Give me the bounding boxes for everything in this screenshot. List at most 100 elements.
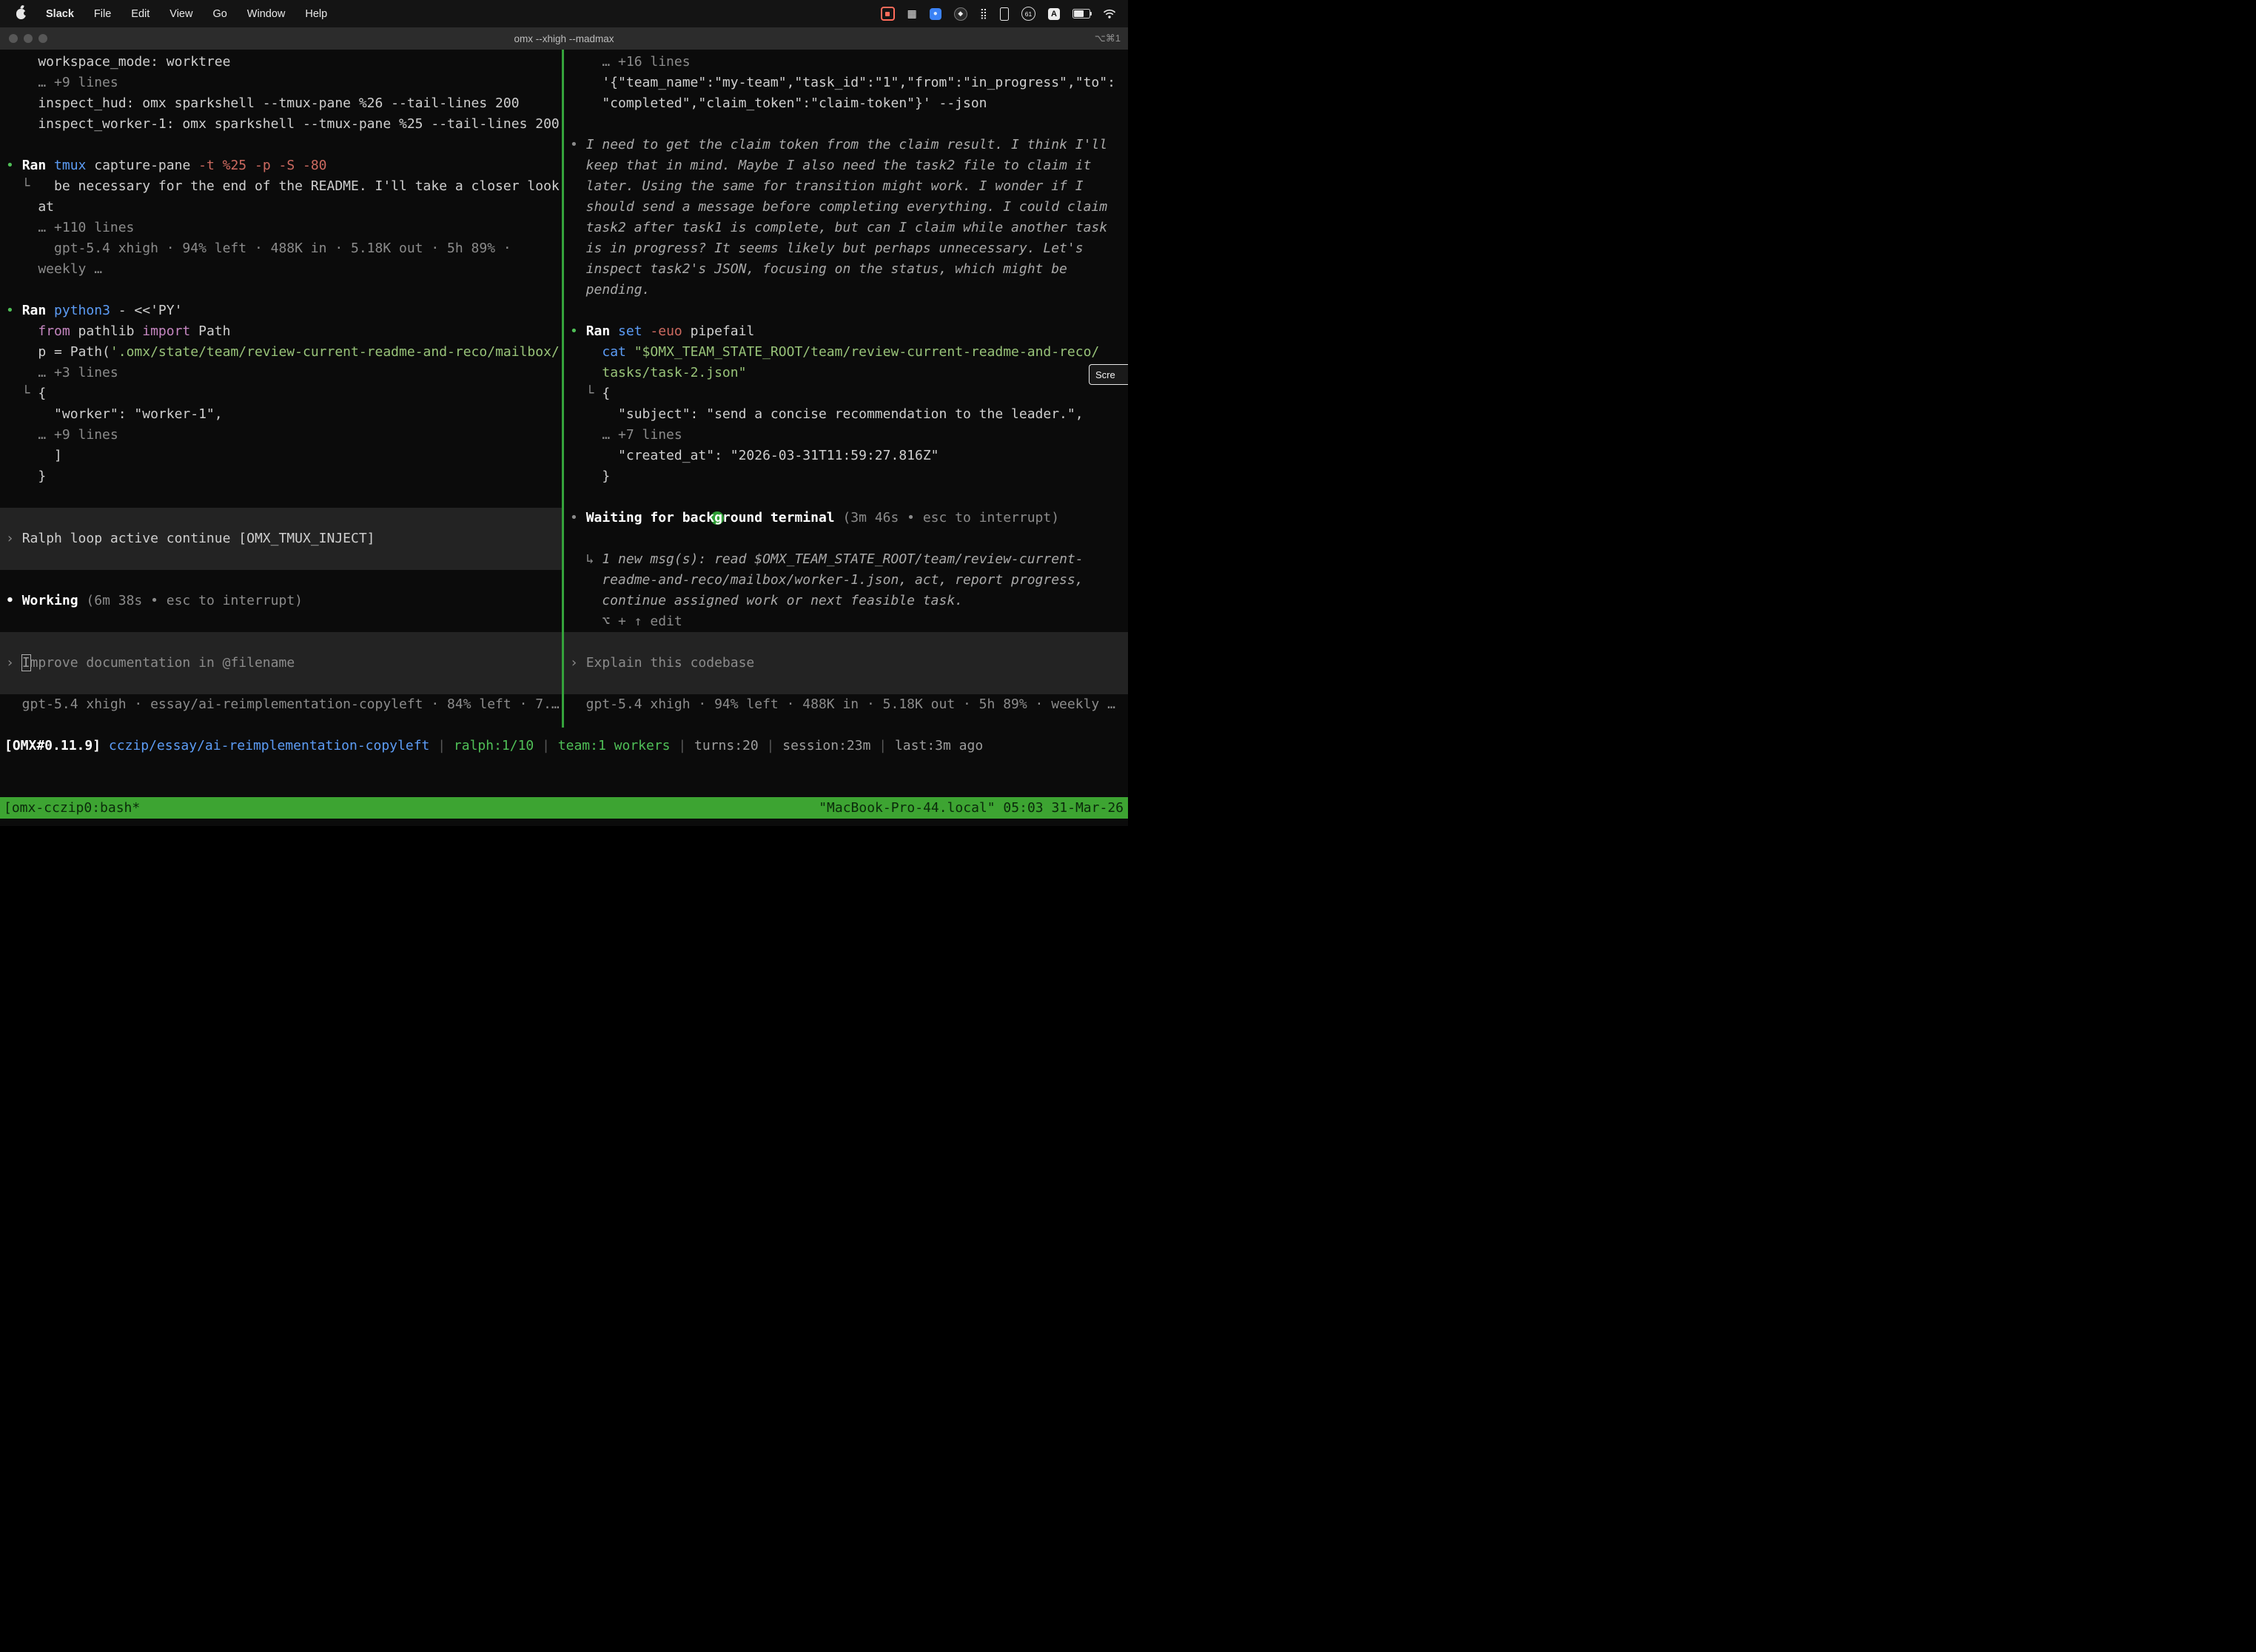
terminal-line: inspect_worker-1: omx sparkshell --tmux-… [0, 114, 562, 135]
terminal-text: turns:20 [694, 738, 759, 753]
terminal-text: Ran [22, 303, 54, 318]
terminal-text: '.omx/state/team/review-current-readme-a… [110, 344, 560, 360]
terminal-text: cat [602, 344, 634, 360]
terminal-text: Waiting for background terminal [586, 510, 843, 526]
terminal-line: inspect task2's JSON, focusing on the st… [564, 259, 1128, 280]
window-shortcut-hint: ⌥⌘1 [1095, 33, 1121, 44]
terminal-line: … +110 lines [0, 218, 562, 238]
terminal-line: └ { [564, 383, 1128, 404]
battery-icon[interactable] [1072, 9, 1090, 19]
terminal-text: … +7 lines [570, 427, 682, 443]
terminal-text: cczip/essay/ai-reimplementation-copyleft [109, 738, 429, 753]
terminal-text: "worker": "worker-1", [6, 406, 223, 422]
dots-grid-icon[interactable]: ⣿ [980, 7, 987, 21]
tmux-panes: workspace_mode: worktree … +9 lines insp… [0, 50, 1128, 728]
battery-percent-badge[interactable]: 61 [1021, 7, 1035, 21]
stop-screen-recording-icon[interactable] [881, 7, 895, 21]
app-menu-slack[interactable]: Slack [46, 8, 74, 20]
menu-window[interactable]: Window [247, 8, 286, 20]
terminal-line: at [0, 197, 562, 218]
tooltip-text: Scre [1095, 369, 1115, 380]
input-source-icon[interactable]: A [1048, 8, 1060, 20]
omx-status-line: [OMX#0.11.9] cczip/essay/ai-reimplementa… [0, 736, 1128, 756]
terminal-text: | [671, 738, 695, 753]
terminal-line: p = Path('.omx/state/team/review-current… [0, 342, 562, 363]
terminal-text: } [570, 469, 610, 484]
terminal-text: I need to get the claim token from the c… [586, 137, 1107, 152]
terminal-text: at [6, 199, 54, 215]
terminal-text: › [6, 531, 22, 546]
terminal-line: } [0, 466, 562, 487]
terminal-text: pipefail [691, 323, 755, 339]
terminal-line: workspace_mode: worktree [0, 52, 562, 73]
menu-file[interactable]: File [94, 8, 111, 20]
model-status: gpt-5.4 xhigh · 94% left · 488K in · 5.1… [564, 694, 1128, 715]
terminal-line: gpt-5.4 xhigh · 94% left · 488K in · 5.1… [0, 238, 562, 259]
terminal-text: ralph:1/10 [454, 738, 534, 753]
terminal-line: should send a message before completing … [564, 197, 1128, 218]
terminal-text: • [6, 593, 22, 608]
terminal-text: … +16 lines [570, 54, 691, 70]
terminal-text: last:3m ago [895, 738, 983, 753]
phone-icon[interactable] [1000, 7, 1009, 21]
menu-view[interactable]: View [169, 8, 192, 20]
terminal-text: p = Path( [6, 344, 110, 360]
terminal-line [0, 280, 562, 300]
prompt-input[interactable]: › Improve documentation in @filename [0, 632, 562, 694]
terminal-text: Ran [586, 323, 618, 339]
menu-bar: Slack File Edit View Go Window Help ▦ ● … [0, 0, 1128, 27]
apple-menu-icon[interactable] [16, 9, 26, 19]
menu-go[interactable]: Go [212, 8, 226, 20]
terminal-text: Explain this codebase [586, 655, 755, 671]
terminal-text: -t %25 -p -S -80 [198, 158, 326, 173]
terminal-text [570, 344, 602, 360]
terminal-text: | [534, 738, 558, 753]
working-status: • Working (6m 38s • esc to interrupt) [0, 591, 562, 611]
terminal-text: | [870, 738, 895, 753]
terminal-text: (3m 46s • esc to interrupt) [842, 510, 1059, 526]
terminal-line: ↳ 1 new msg(s): read $OMX_TEAM_STATE_ROO… [564, 549, 1128, 570]
terminal-line: inspect_hud: omx sparkshell --tmux-pane … [0, 93, 562, 114]
terminal-text: • [570, 137, 586, 152]
terminal-line: … +16 lines [564, 52, 1128, 73]
terminal-text: | [429, 738, 454, 753]
prompt-input[interactable]: › Explain this codebase [564, 632, 1128, 694]
terminal-line: "subject": "send a concise recommendatio… [564, 404, 1128, 425]
blue-app-icon[interactable]: ● [930, 8, 941, 20]
terminal-text: task2 after task1 is complete, but can I… [570, 220, 1107, 235]
terminal-text: └ [6, 386, 38, 401]
terminal-text: … +9 lines [6, 427, 118, 443]
menu-help[interactable]: Help [305, 8, 327, 20]
terminal-text: - <<'PY' [118, 303, 183, 318]
terminal-line [564, 487, 1128, 508]
terminal-text: 1 new msg(s): read $OMX_TEAM_STATE_ROOT/… [602, 551, 1083, 567]
terminal-text: "created_at": "2026-03-31T11:59:27.816Z" [570, 448, 939, 463]
terminal-text: inspect_hud: omx sparkshell --tmux-pane … [6, 95, 520, 111]
terminal-text: is in progress? It seems likely but perh… [570, 241, 1084, 256]
wifi-icon[interactable] [1103, 7, 1116, 21]
tmux-status-bar: [omx-cczip0:bash* "MacBook-Pro-44.local"… [0, 797, 1128, 819]
terminal-line: … +3 lines [0, 363, 562, 383]
terminal-line: cat "$OMX_TEAM_STATE_ROOT/team/review-cu… [564, 342, 1128, 363]
terminal-text: └ [570, 386, 602, 401]
terminal-text: ↳ [570, 551, 602, 567]
model-status: gpt-5.4 xhigh · essay/ai-reimplementatio… [0, 694, 562, 715]
terminal-text: … +9 lines [6, 75, 118, 90]
terminal-text: -euo [650, 323, 690, 339]
dark-app-icon[interactable]: ◆ [954, 7, 967, 21]
terminal-text: • [570, 323, 586, 339]
terminal-text: tasks/task-2.json" [602, 365, 746, 380]
window-grid-icon[interactable]: ▦ [907, 7, 917, 21]
menu-edit[interactable]: Edit [131, 8, 150, 20]
terminal-line [0, 487, 562, 508]
terminal-line: "completed","claim_token":"claim-token"}… [564, 93, 1128, 114]
terminal-text: gpt-5.4 xhigh · essay/ai-reimplementatio… [6, 696, 560, 712]
terminal-text: continue assigned work or next feasible … [570, 593, 963, 608]
battery-fill [1074, 10, 1084, 17]
waiting-status: • Waiting for background terminal (3m 46… [564, 508, 1128, 528]
terminal-text: └ [6, 178, 54, 194]
terminal-line [564, 300, 1128, 321]
terminal-line: readme-and-reco/mailbox/worker-1.json, a… [564, 570, 1128, 591]
terminal-line [0, 611, 562, 632]
terminal-pane-right: … +16 lines '{"team_name":"my-team","tas… [564, 50, 1128, 728]
